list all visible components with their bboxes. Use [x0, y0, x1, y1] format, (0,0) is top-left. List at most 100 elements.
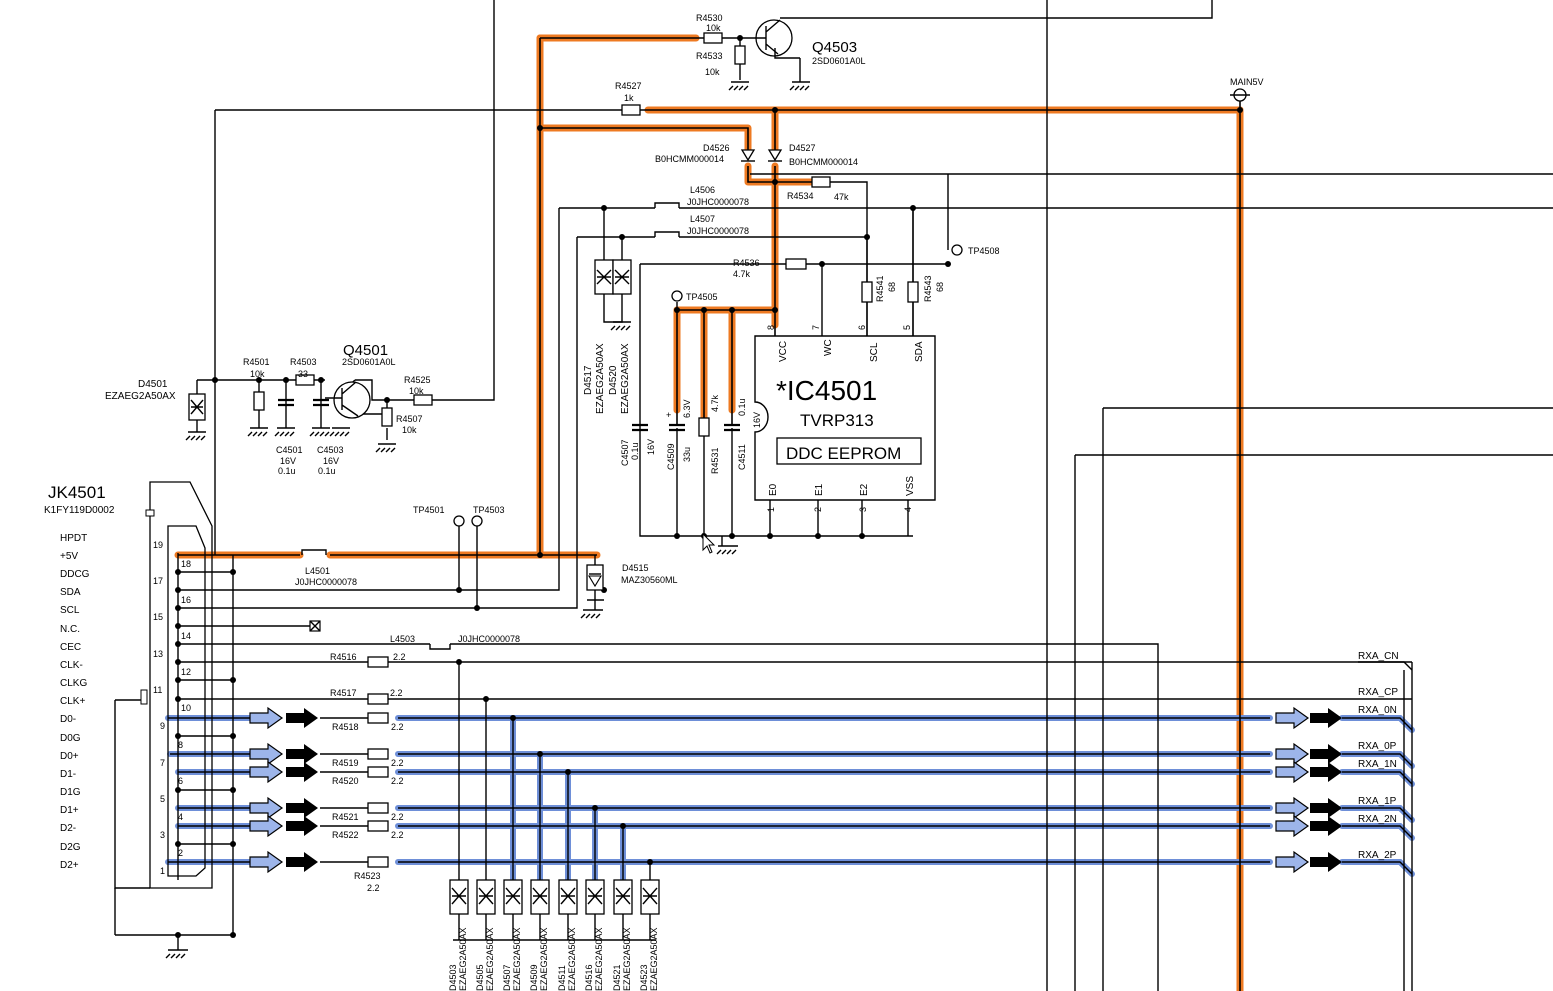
r4543-ref: R4543 [923, 275, 933, 302]
d4509-part: EZAEG2A50AX [539, 927, 549, 991]
tp4503-label: TP4503 [473, 505, 505, 515]
resistor-r4536: R4536 4.7k [733, 258, 807, 279]
resistor-r4519: R4519 2.2 [332, 748, 404, 768]
r4541-ref: R4541 [875, 275, 885, 302]
jk-sig-hpdt: HPDT [60, 533, 87, 544]
r4516-value: 2.2 [393, 652, 406, 662]
net-rxa-1n: RXA_1N [1358, 759, 1397, 770]
main5v-label: MAIN5V [1230, 77, 1264, 87]
ic-pin-sda: SDA [914, 341, 925, 362]
jk-pin-10: 10 [181, 703, 191, 713]
signal-arrows [249, 706, 1342, 874]
r4521-value: 2.2 [391, 812, 404, 822]
jk-pin-2: 2 [178, 848, 183, 858]
jk-pin-17: 17 [153, 576, 163, 586]
ground-connector [165, 949, 188, 959]
d4503-part: EZAEG2A50AX [458, 927, 468, 991]
arrow-pair [1275, 814, 1342, 838]
jk-sig-d0g: D0G [60, 733, 81, 744]
d4517-ref: D4517 [583, 365, 594, 395]
jk-sig-cec: CEC [60, 642, 81, 653]
l4503-part: J0JHC0000078 [458, 634, 520, 644]
jk-sig-d2g: D2G [60, 842, 81, 853]
r4518-ref: R4518 [332, 722, 359, 732]
d4523-part: EZAEG2A50AX [649, 927, 659, 991]
jk-pin-12: 12 [181, 667, 191, 677]
r4503-value: 33 [298, 369, 308, 379]
d4511-ref: D4511 [557, 965, 567, 991]
signal-wires [168, 717, 1413, 880]
jk-sig-clkg: CLKG [60, 678, 87, 689]
net-rxa-0p: RXA_0P [1358, 741, 1397, 752]
ic4501: *IC4501 TVRP313 DDC EEPROM 8 7 6 5 VCC W… [754, 325, 936, 512]
net-rxa-0n: RXA_0N [1358, 705, 1397, 716]
ic-pin-7-num: 7 [811, 325, 821, 330]
jk4501-ref: JK4501 [48, 483, 106, 502]
l4503-ref: L4503 [390, 634, 415, 644]
ic-pin-4-num: 4 [903, 507, 913, 512]
arrow-pair [1275, 850, 1342, 874]
diode-d4509: D4509 EZAEG2A50AX [529, 879, 550, 991]
d4501-ref: D4501 [138, 379, 168, 390]
d4505-ref: D4505 [475, 964, 485, 991]
c4503-ref: C4503 [317, 445, 344, 455]
q4503-ref: Q4503 [812, 39, 857, 56]
r4527-value: 1k [624, 93, 634, 103]
r4518-value: 2.2 [391, 722, 404, 732]
mouse-cursor-icon [702, 532, 716, 554]
inductor-l4503: L4503 J0JHC0000078 [390, 634, 520, 650]
jk-pin-11: 11 [153, 685, 162, 695]
test-point-tp4505: TP4505 [671, 290, 718, 302]
resistor-r4501: R4501 10k [243, 357, 270, 437]
power-net-wires [178, 37, 1241, 991]
r4522-value: 2.2 [391, 830, 404, 840]
c4501-ref: C4501 [276, 445, 303, 455]
jk-sig-d1g: D1G [60, 787, 81, 798]
inductor-l4506: L4506 J0JHC0000078 [654, 185, 749, 208]
schematic-diagram: R4530 10k R4533 10k Q4503 2SD0601A0L R45… [44, 0, 1553, 991]
jk-pin-15: 15 [153, 612, 163, 622]
power-net-highlight [174, 34, 1244, 991]
jk-pin-19: 19 [153, 540, 163, 550]
net-rxa-cn: RXA_CN [1358, 651, 1399, 662]
test-point-tp4503: TP4503 [471, 505, 505, 527]
arrow-pair [249, 760, 318, 784]
l4501-part: J0JHC0000078 [295, 577, 357, 587]
jk-sig-d1-plus: D1+ [60, 805, 79, 816]
arrow-pair [249, 796, 318, 820]
r4523-value: 2.2 [367, 883, 380, 893]
nc-marker [309, 620, 321, 632]
q4501-part: 2SD0601A0L [342, 357, 396, 367]
c4507-value: 0.1u [630, 442, 640, 460]
r4507-value: 10k [402, 425, 417, 435]
diode-d4501: D4501 EZAEG2A50AX [105, 379, 206, 441]
jk-sig-ddcg: DDCG [60, 569, 90, 580]
l4506-ref: L4506 [690, 185, 715, 195]
junction-dots [175, 35, 1243, 938]
d4527-part: B0HCMM000014 [789, 157, 858, 167]
r4501-value: 10k [250, 369, 265, 379]
r4531-value: 4.7k [710, 394, 720, 412]
ground-ic [716, 536, 738, 555]
r4527-ref: R4527 [615, 81, 642, 91]
r4530-ref: R4530 [696, 13, 723, 23]
l4506-part: J0JHC0000078 [687, 197, 749, 207]
r4519-value: 2.2 [391, 758, 404, 768]
jk-pin-5: 5 [160, 794, 165, 804]
d4521-ref: D4521 [612, 964, 622, 991]
resistor-r4520: R4520 2.2 [332, 766, 404, 786]
r4536-value: 4.7k [733, 269, 751, 279]
d4507-part: EZAEG2A50AX [512, 927, 522, 991]
diode-array-d4517-d4520: D4517 EZAEG2A50AX D4520 EZAEG2A50AX [583, 259, 632, 414]
transistor-q4503: R4530 10k R4533 10k Q4503 2SD0601A0L [696, 13, 866, 91]
tp4505-label: TP4505 [686, 292, 718, 302]
jk-pin-1: 1 [160, 866, 165, 876]
r4541-value: 68 [887, 282, 897, 292]
jk-sig-d0-plus: D0+ [60, 751, 79, 762]
diode-d4515: D4515 MAZ30560ML [580, 563, 678, 619]
arrow-pair [249, 742, 318, 766]
r4530-value: 10k [706, 23, 721, 33]
ic-pin-5-num: 5 [902, 325, 912, 330]
jk4501-part: K1FY119D0002 [44, 505, 115, 516]
d4526-ref: D4526 [703, 143, 730, 153]
